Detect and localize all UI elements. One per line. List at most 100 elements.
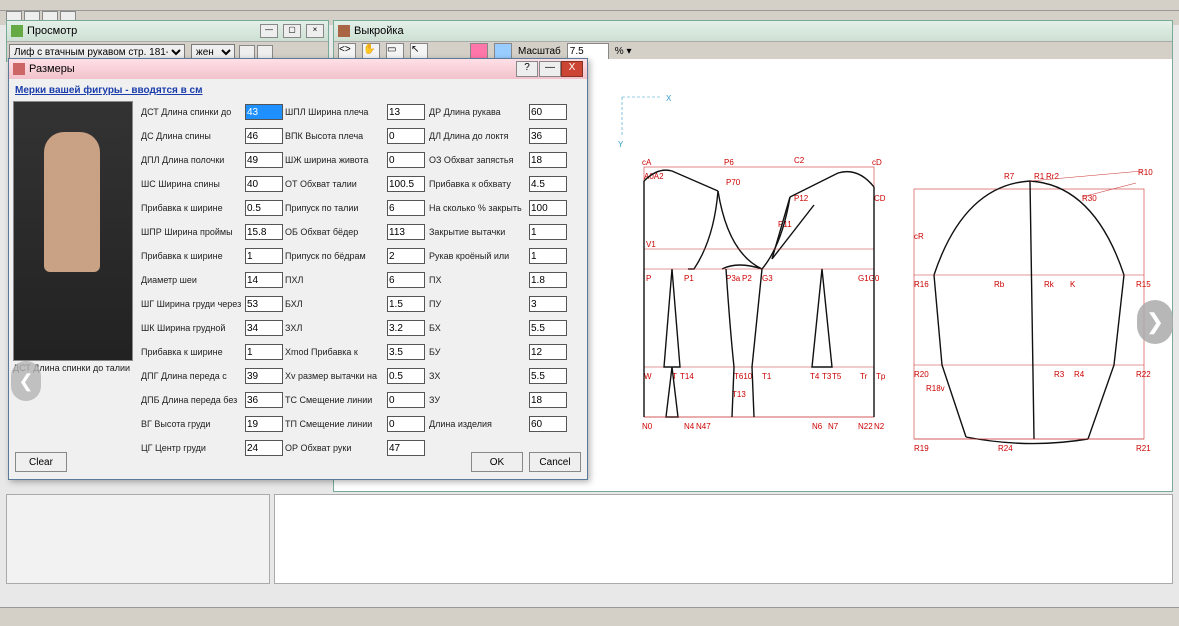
field-input[interactable] <box>529 344 567 360</box>
field-input[interactable] <box>387 152 425 168</box>
field-label: Прибавка к обхвату <box>429 179 525 189</box>
pattern-title-bar: Выкройка <box>334 21 1172 42</box>
field-input[interactable] <box>245 416 283 432</box>
svg-text:N6: N6 <box>812 422 823 431</box>
field-input[interactable] <box>245 392 283 408</box>
grab-tool-btn[interactable]: ✋ <box>362 43 380 59</box>
svg-text:R4: R4 <box>1074 370 1085 379</box>
field-input[interactable] <box>245 152 283 168</box>
field-input[interactable] <box>245 368 283 384</box>
color-tool-2[interactable] <box>494 43 512 59</box>
dialog-help-btn[interactable]: ? <box>516 61 538 77</box>
field-input[interactable] <box>245 344 283 360</box>
field-label: Длина изделия <box>429 419 525 429</box>
svg-text:T3: T3 <box>822 372 832 381</box>
field-input[interactable] <box>387 368 425 384</box>
field-input[interactable] <box>529 368 567 384</box>
svg-text:T1: T1 <box>762 372 772 381</box>
field-input[interactable] <box>387 104 425 120</box>
svg-text:P12: P12 <box>794 194 809 203</box>
preview-title-bar: Просмотр — ▢ × <box>7 21 328 42</box>
preview-max-btn[interactable]: ▢ <box>283 24 301 38</box>
field-input[interactable] <box>387 416 425 432</box>
svg-text:cA: cA <box>642 158 652 167</box>
field-input[interactable] <box>387 200 425 216</box>
field-input[interactable] <box>529 320 567 336</box>
pattern-title: Выкройка <box>354 25 404 37</box>
preview-tool-2[interactable] <box>257 45 273 59</box>
field-input[interactable] <box>387 176 425 192</box>
field-input[interactable] <box>529 272 567 288</box>
field-label: ВГ Высота груди <box>141 419 241 429</box>
svg-text:N2: N2 <box>874 422 885 431</box>
field-input[interactable] <box>387 320 425 336</box>
svg-text:CD: CD <box>874 194 886 203</box>
field-input[interactable] <box>245 200 283 216</box>
field-input[interactable] <box>529 200 567 216</box>
preview-icon <box>11 25 23 37</box>
svg-text:C2: C2 <box>794 156 805 165</box>
field-input[interactable] <box>387 248 425 264</box>
select-tool-btn[interactable]: ▭ <box>386 43 404 59</box>
field-label: ДПГ Длина переда с <box>141 371 241 381</box>
field-label: ДПБ Длина переда без <box>141 395 241 405</box>
field-input[interactable] <box>245 296 283 312</box>
field-input[interactable] <box>529 296 567 312</box>
field-input[interactable] <box>529 248 567 264</box>
preview-tool-1[interactable] <box>239 45 255 59</box>
menu-bar <box>0 0 1179 11</box>
svg-text:Tr: Tr <box>860 372 868 381</box>
field-input[interactable] <box>245 320 283 336</box>
svg-text:T13: T13 <box>732 390 746 399</box>
svg-text:R19: R19 <box>914 444 929 453</box>
preview-min-btn[interactable]: — <box>260 24 278 38</box>
pattern-icon <box>338 25 350 37</box>
preview-close-btn[interactable]: × <box>306 24 324 38</box>
field-input[interactable] <box>387 344 425 360</box>
field-input[interactable] <box>529 176 567 192</box>
dialog-close-btn[interactable]: X <box>561 61 583 77</box>
carousel-next-btn[interactable]: ❯ <box>1137 300 1173 344</box>
field-input[interactable] <box>529 152 567 168</box>
field-label: ДР Длина рукава <box>429 107 525 117</box>
field-label: ШЖ ширина живота <box>285 155 383 165</box>
carousel-prev-btn[interactable]: ❮ <box>11 361 41 401</box>
measurements-note-link[interactable]: Мерки вашей фигуры - вводятся в см <box>13 83 583 100</box>
svg-text:R20: R20 <box>914 370 929 379</box>
scale-unit[interactable]: % ▾ <box>615 46 632 57</box>
field-label: ПУ <box>429 299 525 309</box>
field-input[interactable] <box>529 104 567 120</box>
field-input[interactable] <box>387 392 425 408</box>
field-input[interactable] <box>529 224 567 240</box>
field-label: Xmod Прибавка к <box>285 347 383 357</box>
field-input[interactable] <box>245 272 283 288</box>
field-input[interactable] <box>245 128 283 144</box>
field-input[interactable] <box>529 128 567 144</box>
svg-text:R18v: R18v <box>926 384 945 393</box>
field-input[interactable] <box>529 392 567 408</box>
field-input[interactable] <box>245 104 283 120</box>
code-view-btn[interactable]: <> <box>338 43 356 59</box>
dialog-title-bar[interactable]: Размеры ? — X <box>9 59 587 79</box>
color-tool-1[interactable] <box>470 43 488 59</box>
field-input[interactable] <box>245 248 283 264</box>
svg-text:N22: N22 <box>858 422 873 431</box>
field-input[interactable] <box>387 224 425 240</box>
field-input[interactable] <box>245 176 283 192</box>
scale-input[interactable] <box>567 43 609 60</box>
pointer-tool-btn[interactable]: ↖ <box>410 43 428 59</box>
dialog-button-row: Clear OK Cancel <box>15 451 581 473</box>
field-input[interactable] <box>529 416 567 432</box>
ok-button[interactable]: OK <box>471 452 523 472</box>
field-input[interactable] <box>245 224 283 240</box>
clear-button[interactable]: Clear <box>15 452 67 472</box>
preview-panel: Просмотр — ▢ × Лиф с втачным рукавом стр… <box>6 20 329 62</box>
field-input[interactable] <box>387 272 425 288</box>
dialog-min-btn[interactable]: — <box>539 61 561 77</box>
field-input[interactable] <box>387 128 425 144</box>
cancel-button[interactable]: Cancel <box>529 452 581 472</box>
field-input[interactable] <box>387 296 425 312</box>
svg-text:cR: cR <box>914 232 924 241</box>
field-label: БХ <box>429 323 525 333</box>
field-label: ШПЛ Ширина плеча <box>285 107 383 117</box>
